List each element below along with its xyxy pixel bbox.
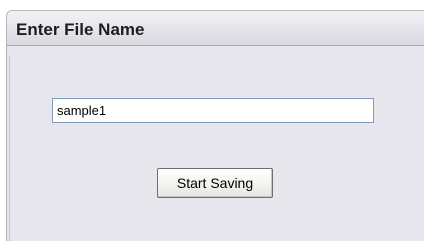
dialog-body (6, 46, 424, 241)
save-dialog: Enter File Name Start Saving (0, 0, 424, 241)
dialog-title-bar[interactable]: Enter File Name (6, 10, 424, 46)
filename-input[interactable] (52, 98, 374, 123)
dialog-title: Enter File Name (16, 20, 145, 39)
body-divider (9, 56, 10, 241)
start-saving-button[interactable]: Start Saving (157, 168, 273, 198)
